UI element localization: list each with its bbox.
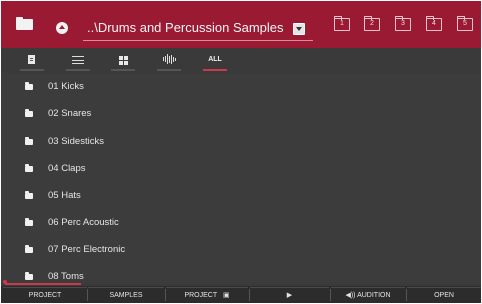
load-project-button[interactable]: PROJECT ▣ (166, 287, 248, 303)
folder-name: 06 Perc Acoustic (48, 217, 119, 228)
path-selector[interactable]: ..\Drums and Percussion Samples (83, 15, 313, 41)
play-icon: ▶ (286, 292, 293, 299)
file-icon (28, 55, 35, 64)
scrollbar[interactable] (5, 283, 81, 285)
grid-icon (119, 56, 128, 65)
folder-name: 02 Snares (48, 108, 92, 119)
document-icon: ▣ (222, 292, 230, 299)
folder-name: 08 Toms (48, 271, 84, 282)
project-label: PROJECT (28, 292, 62, 299)
filter-tab-grid[interactable] (111, 48, 135, 73)
current-path: ..\Drums and Percussion Samples (87, 20, 284, 35)
folder-icon (25, 164, 33, 172)
bottom-toolbar: PROJECT SAMPLES PROJECT ▣ ▶ ◀)) AUDITION… (1, 286, 481, 303)
audition-label: AUDITION (357, 292, 391, 299)
waveform-icon (162, 54, 176, 64)
open-label: OPEN (434, 292, 454, 299)
favorite-folder-2-button[interactable]: 2 (364, 16, 380, 31)
filter-tab-all[interactable]: ALL (203, 48, 227, 73)
folder-icon (25, 109, 33, 117)
samples-button[interactable]: SAMPLES (88, 287, 164, 303)
folder-name: 07 Perc Electronic (48, 244, 126, 255)
favorite-label: 5 (463, 20, 467, 27)
browser-folder-icon (16, 17, 33, 30)
favorite-label: 4 (432, 20, 436, 27)
speaker-icon: ◀)) (345, 292, 356, 299)
filter-tab-audio[interactable] (157, 48, 181, 73)
folder-name: 03 Sidesticks (48, 136, 104, 147)
list-item[interactable]: 08 Toms (1, 263, 481, 284)
favorite-label: 2 (370, 20, 374, 27)
filter-tab-list[interactable] (66, 48, 90, 73)
favorite-folder-1-button[interactable]: 1 (334, 16, 350, 31)
list-item[interactable]: 02 Snares (1, 100, 481, 131)
open-button[interactable]: OPEN (407, 287, 481, 303)
filter-bar: ALL (1, 48, 481, 73)
favorite-label: 1 (340, 20, 344, 27)
folder-list: 01 Kicks 02 Snares 03 Sidesticks 04 Clap… (1, 73, 481, 284)
folder-icon (25, 82, 33, 90)
folder-icon (25, 137, 33, 145)
favorite-folder-4-button[interactable]: 4 (426, 16, 442, 31)
play-button[interactable]: ▶ (250, 287, 329, 303)
filter-all-label: ALL (208, 56, 222, 63)
folder-name: 05 Hats (48, 190, 81, 201)
folder-icon (25, 191, 33, 199)
list-icon (72, 56, 84, 64)
load-project-label: PROJECT (184, 292, 217, 299)
folder-name: 04 Claps (48, 163, 86, 174)
folder-name: 01 Kicks (48, 81, 84, 92)
filter-tab-file[interactable] (20, 48, 44, 73)
folder-icon (25, 272, 33, 280)
folder-icon (25, 218, 33, 226)
favorite-folder-3-button[interactable]: 3 (395, 16, 411, 31)
header-bar: ..\Drums and Percussion Samples 1 2 3 4 … (1, 1, 481, 48)
folder-icon (25, 245, 33, 253)
samples-label: SAMPLES (109, 292, 143, 299)
favorite-folder-5-button[interactable]: 5 (457, 16, 473, 31)
file-browser: ..\Drums and Percussion Samples 1 2 3 4 … (1, 1, 481, 303)
path-dropdown-icon[interactable] (293, 23, 305, 35)
project-button[interactable]: PROJECT (3, 287, 87, 303)
favorite-label: 3 (401, 20, 405, 27)
audition-button[interactable]: ◀)) AUDITION (331, 287, 405, 303)
folder-up-button[interactable] (56, 22, 68, 34)
